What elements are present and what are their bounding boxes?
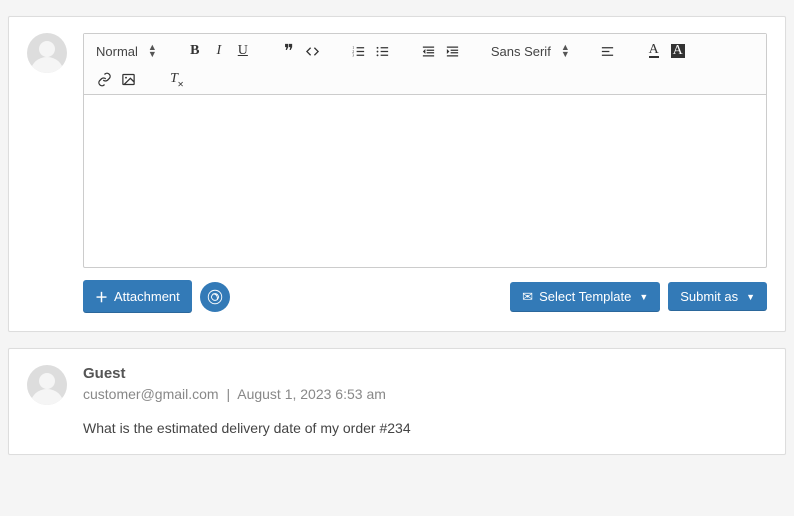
editor-toolbar: Normal ▲▼ B I U ❞ — [84, 34, 766, 95]
blockquote-button[interactable]: ❞ — [277, 40, 301, 62]
submit-button-label: Submit as — [680, 289, 738, 304]
reply-panel: Normal ▲▼ B I U ❞ — [8, 16, 786, 332]
svg-text:3: 3 — [353, 53, 355, 57]
rich-text-editor: Normal ▲▼ B I U ❞ — [83, 33, 767, 268]
align-button[interactable] — [596, 40, 620, 62]
message-panel: Guest customer@gmail.com | August 1, 202… — [8, 348, 786, 455]
message-meta: customer@gmail.com | August 1, 2023 6:53… — [83, 386, 767, 402]
link-button[interactable] — [92, 68, 116, 90]
caret-down-icon: ▼ — [639, 292, 648, 302]
message-author: Guest — [83, 365, 767, 382]
sort-icon: ▲▼ — [148, 44, 157, 58]
select-template-label: Select Template — [539, 289, 631, 304]
bold-button[interactable]: B — [183, 40, 207, 62]
sort-icon: ▲▼ — [561, 44, 570, 58]
bg-color-button[interactable]: A — [666, 40, 690, 62]
indent-button[interactable] — [441, 40, 465, 62]
format-picker-label: Normal — [96, 44, 138, 59]
font-picker[interactable]: Sans Serif ▲▼ — [487, 42, 574, 61]
attachment-button[interactable]: ＋ Attachment — [83, 280, 192, 313]
outdent-button[interactable] — [417, 40, 441, 62]
message-avatar — [27, 365, 67, 405]
font-picker-label: Sans Serif — [491, 44, 551, 59]
message-email: customer@gmail.com — [83, 386, 219, 402]
format-picker[interactable]: Normal ▲▼ — [92, 42, 161, 61]
actions-row: ＋ Attachment ✉ S — [83, 280, 767, 313]
ai-assist-button[interactable] — [200, 282, 230, 312]
message-timestamp: August 1, 2023 6:53 am — [237, 386, 386, 402]
text-color-button[interactable]: A — [642, 40, 666, 62]
clear-format-button[interactable]: T✕ — [162, 68, 186, 90]
underline-button[interactable]: U — [231, 40, 255, 62]
italic-button[interactable]: I — [207, 40, 231, 62]
caret-down-icon: ▼ — [746, 292, 755, 302]
attachment-button-label: Attachment — [114, 289, 180, 304]
plus-icon: ＋ — [95, 287, 108, 306]
envelope-icon: ✉ — [522, 289, 533, 305]
message-body: What is the estimated delivery date of m… — [83, 420, 767, 436]
submit-button[interactable]: Submit as ▼ — [668, 282, 767, 311]
reply-avatar — [27, 33, 67, 73]
ordered-list-button[interactable]: 123 — [347, 40, 371, 62]
editor-textarea[interactable] — [84, 95, 766, 267]
code-block-button[interactable] — [301, 40, 325, 62]
bullet-list-button[interactable] — [371, 40, 395, 62]
select-template-button[interactable]: ✉ Select Template ▼ — [510, 282, 660, 312]
meta-separator: | — [226, 386, 230, 402]
image-button[interactable] — [116, 68, 140, 90]
ai-swirl-icon — [206, 288, 224, 306]
